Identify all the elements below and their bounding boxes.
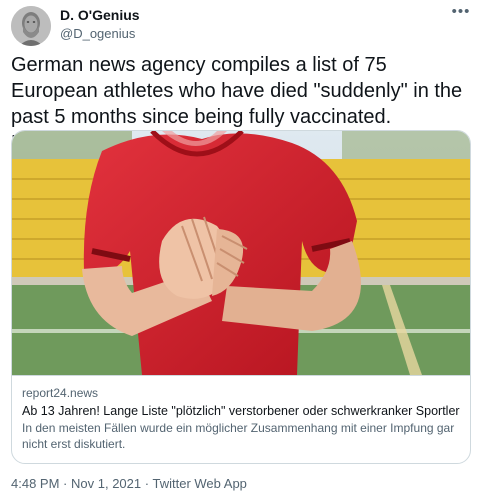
card-photo-illustration: [12, 131, 470, 375]
meta-separator-2: ·: [144, 476, 150, 491]
card-title[interactable]: Ab 13 Jahren! Lange Liste "plötzlich" ve…: [22, 403, 460, 419]
meta-separator: ·: [63, 476, 68, 491]
tweet-meta: 4:48 PM · Nov 1, 2021 · Twitter Web App: [11, 476, 247, 492]
link-card[interactable]: report24.news Ab 13 Jahren! Lange Liste …: [11, 130, 471, 464]
tweet-source[interactable]: Twitter Web App: [152, 476, 246, 491]
athlete-clutching-chest-photo: [12, 131, 470, 375]
tweet: D. O'Genius @D_ogenius ••• German news a…: [0, 0, 486, 500]
card-details: report24.news Ab 13 Jahren! Lange Liste …: [12, 375, 470, 463]
card-description: In den meisten Fällen wurde ein mögliche…: [22, 421, 455, 451]
user-handle[interactable]: @D_ogenius: [60, 25, 140, 42]
tweet-time[interactable]: 4:48 PM: [11, 476, 59, 491]
display-name[interactable]: D. O'Genius: [60, 7, 140, 24]
author-names: D. O'Genius @D_ogenius: [60, 7, 140, 42]
tweet-header: D. O'Genius @D_ogenius •••: [11, 4, 473, 46]
bust-statue-avatar-icon: [11, 6, 51, 46]
avatar[interactable]: [11, 6, 51, 46]
tweet-date[interactable]: Nov 1, 2021: [71, 476, 141, 491]
card-domain[interactable]: report24.news: [22, 385, 460, 401]
more-options-icon[interactable]: •••: [451, 4, 471, 22]
